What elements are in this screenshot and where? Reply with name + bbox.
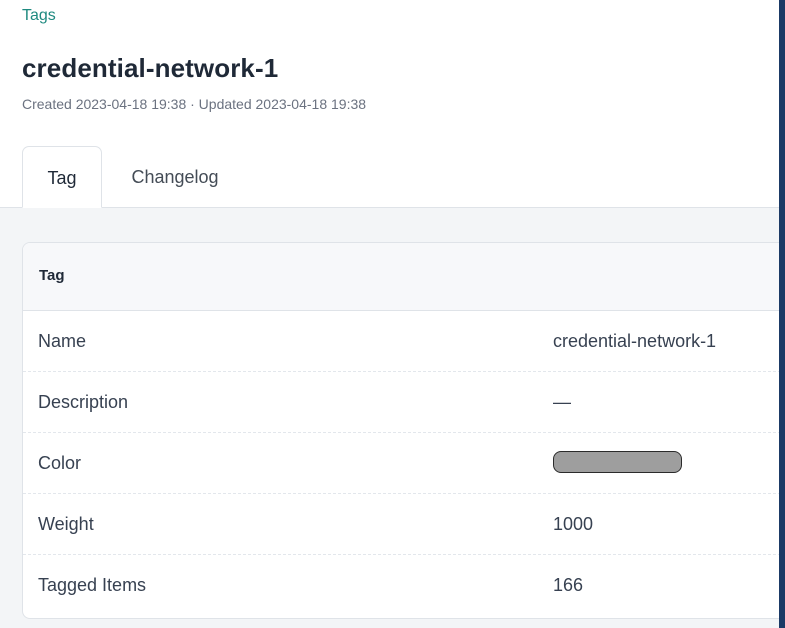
attribute-value-color [553, 433, 682, 494]
attribute-label-color: Color [38, 453, 82, 473]
tag-attributes-card: Tag Name credential-network-1 Descriptio… [22, 242, 785, 619]
tag-detail-page: Tags credential-network-1 Created 2023-0… [0, 0, 785, 628]
attribute-value-description: — [553, 392, 571, 412]
attribute-row-name: Name credential-network-1 [23, 311, 785, 372]
timestamps-meta: Created 2023-04-18 19:38 · Updated 2023-… [22, 96, 367, 112]
attribute-value-tagged-items: 166 [553, 575, 584, 595]
breadcrumb-tags-link[interactable]: Tags [22, 7, 56, 25]
attribute-label-description: Description [38, 392, 129, 412]
attribute-row-color: Color [23, 433, 785, 494]
page-title: credential-network-1 [22, 53, 279, 83]
attribute-row-weight: Weight 1000 [23, 494, 785, 555]
attribute-label-tagged-items: Tagged Items [38, 575, 147, 595]
attribute-label-weight: Weight [38, 514, 94, 534]
attribute-row-tagged-items: Tagged Items 166 [23, 555, 785, 616]
window-edge [779, 0, 785, 628]
attribute-value-weight: 1000 [553, 514, 594, 534]
attribute-label-name: Name [38, 331, 87, 351]
attribute-value-name: credential-network-1 [553, 331, 717, 351]
card-title: Tag [23, 243, 785, 311]
tab-bar: Tag Changelog [0, 146, 779, 208]
tab-changelog[interactable]: Changelog [110, 146, 240, 208]
color-swatch [553, 451, 682, 474]
tab-tag[interactable]: Tag [22, 146, 102, 208]
attribute-row-description: Description — [23, 372, 785, 433]
